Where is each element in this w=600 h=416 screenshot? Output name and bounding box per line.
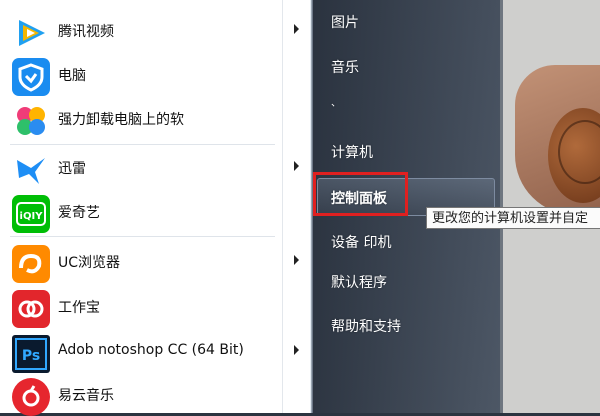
separator (10, 236, 275, 237)
program-label: 电脑 (58, 68, 86, 84)
submenu-arrow-icon[interactable] (294, 255, 299, 265)
submenu-arrow-icon[interactable] (294, 161, 299, 171)
submenu-arrow-icon[interactable] (294, 345, 299, 355)
link-pictures[interactable]: 图片 (331, 12, 359, 32)
iqiyi-icon: iQIY (12, 195, 50, 233)
pc-manager-shield-icon (12, 58, 50, 96)
program-thunder[interactable]: 迅雷 (0, 145, 311, 189)
program-label: 工作宝 (58, 300, 100, 316)
program-tencent-video[interactable]: 腾讯视频 (0, 8, 311, 52)
gongzuobao-icon (12, 290, 50, 328)
tencent-video-icon (12, 14, 50, 52)
svg-text:iQIY: iQIY (20, 211, 44, 222)
netease-music-icon (12, 378, 50, 416)
program-photoshop[interactable]: Ps Adob notoshop CC (64 Bit) (0, 329, 311, 373)
uninstall-leaf-icon (12, 102, 50, 140)
program-label: 易云音乐 (58, 388, 114, 404)
program-uninstall-tool[interactable]: 强力卸载电脑上的软 (0, 96, 311, 140)
link-default-programs[interactable]: 默认程序 (331, 272, 387, 292)
program-label: 强力卸载电脑上的软 (58, 112, 184, 128)
program-label: UC浏览器 (58, 255, 121, 271)
link-partial[interactable]: 、 (331, 94, 341, 109)
photoshop-icon: Ps (12, 335, 50, 373)
program-label: 爱奇艺 (58, 205, 100, 221)
submenu-arrow-icon[interactable] (294, 24, 299, 34)
link-devices-printers[interactable]: 设备 印机 (331, 232, 391, 252)
start-menu-program-list: 腾讯视频 电脑 强力卸载电脑上的软 迅雷 iQIY 爱奇艺 UC浏览器 工作宝 … (0, 0, 312, 416)
control-panel-tooltip: 更改您的计算机设置并自定 (426, 207, 600, 229)
program-label: Adob notoshop CC (64 Bit) (58, 342, 244, 358)
program-pc-manager[interactable]: 电脑 (0, 52, 311, 96)
program-netease-music[interactable]: 易云音乐 (0, 372, 311, 416)
program-gongzuobao[interactable]: 工作宝 (0, 284, 311, 328)
program-label: 腾讯视频 (58, 24, 114, 40)
link-music[interactable]: 音乐 (331, 57, 359, 77)
program-iqiyi[interactable]: iQIY 爱奇艺 (0, 189, 311, 233)
annotation-red-box (313, 172, 408, 216)
link-help-support[interactable]: 帮助和支持 (331, 316, 401, 336)
program-uc-browser[interactable]: UC浏览器 (0, 239, 311, 283)
uc-browser-icon (12, 245, 50, 283)
thunder-bird-icon (12, 151, 50, 189)
link-computer[interactable]: 计算机 (331, 142, 373, 162)
program-label: 迅雷 (58, 161, 86, 177)
svg-text:Ps: Ps (22, 348, 40, 364)
